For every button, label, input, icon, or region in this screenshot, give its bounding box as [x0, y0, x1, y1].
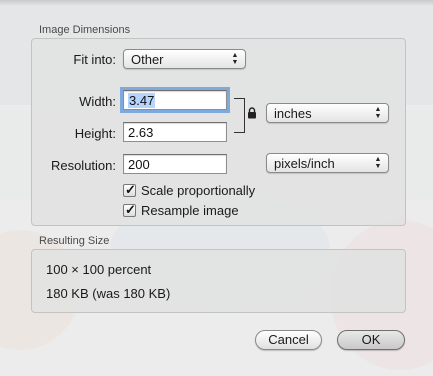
image-dimensions-title: Image Dimensions	[39, 24, 131, 36]
resulting-size-group	[31, 249, 406, 313]
result-filesize: 180 KB (was 180 KB)	[46, 286, 171, 301]
link-bracket	[234, 98, 245, 133]
scale-proportionally-checkbox-row[interactable]: Scale proportionally	[123, 182, 256, 198]
ok-button[interactable]: OK	[337, 330, 405, 350]
up-down-arrows-icon: ▲ ▼	[231, 52, 239, 66]
resolution-unit-popup[interactable]: pixels/inch ▲ ▼	[266, 153, 389, 173]
width-label: Width:	[79, 94, 116, 109]
scale-proportionally-label: Scale proportionally	[141, 183, 256, 198]
resolution-label: Resolution:	[50, 158, 116, 173]
resolution-value: 200	[128, 157, 150, 172]
resolution-unit-value: pixels/inch	[274, 156, 335, 171]
width-field[interactable]: 3.47	[123, 90, 227, 110]
fit-into-popup[interactable]: Other ▲ ▼	[123, 49, 246, 69]
adjust-size-sheet: Image Dimensions Fit into: Other ▲ ▼ Widt…	[0, 0, 433, 376]
resolution-field[interactable]: 200	[123, 154, 227, 174]
fit-into-label: Fit into:	[73, 52, 116, 67]
resample-image-checkbox-row[interactable]: Resample image	[123, 202, 239, 218]
up-down-arrows-icon: ▲ ▼	[374, 106, 382, 120]
cancel-button[interactable]: Cancel	[255, 330, 322, 350]
size-unit-value: inches	[274, 106, 312, 121]
resulting-size-title: Resulting Size	[39, 235, 110, 247]
height-field[interactable]: 2.63	[123, 122, 227, 142]
size-unit-popup[interactable]: inches ▲ ▼	[266, 103, 389, 123]
fit-into-value: Other	[131, 52, 164, 67]
height-value: 2.63	[128, 125, 154, 140]
height-label: Height:	[74, 126, 116, 141]
scale-proportionally-checkbox[interactable]	[123, 182, 136, 198]
resample-image-label: Resample image	[141, 203, 239, 218]
lock-icon[interactable]	[247, 107, 257, 119]
width-value: 3.47	[128, 93, 156, 108]
resample-image-checkbox[interactable]	[123, 202, 136, 218]
result-dimensions: 100 × 100 percent	[46, 262, 152, 277]
up-down-arrows-icon: ▲ ▼	[374, 156, 382, 170]
